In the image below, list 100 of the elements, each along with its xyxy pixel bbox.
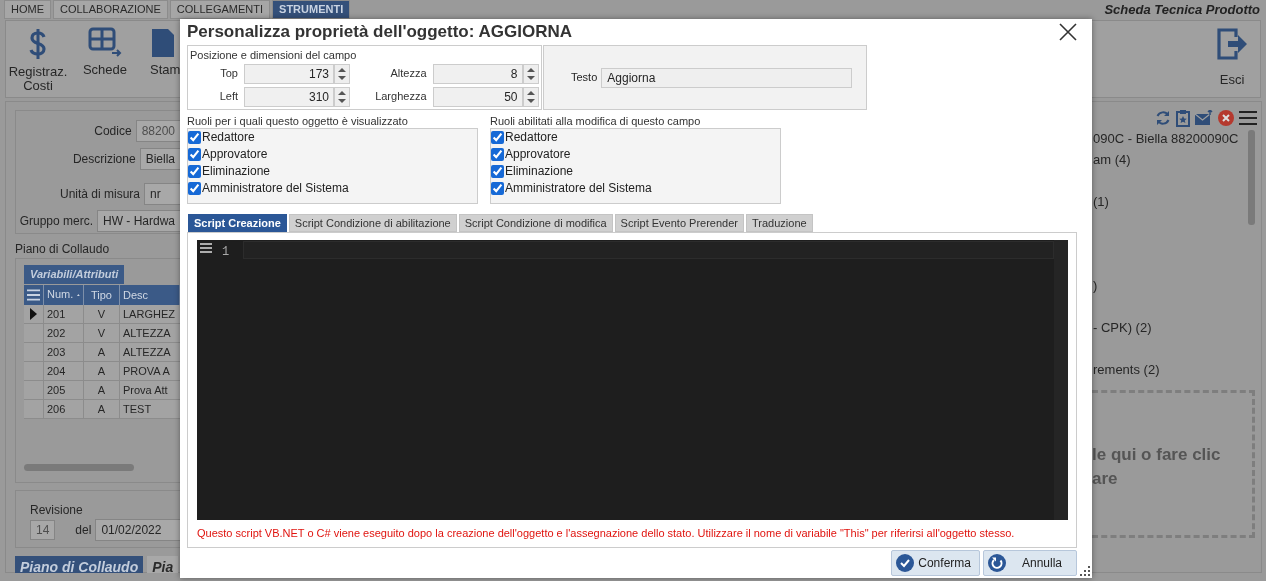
scrollbar-thumb[interactable] [1248, 130, 1255, 225]
menu-tab[interactable]: COLLABORAZIONE [53, 0, 168, 19]
tree-item[interactable]: ) [1092, 275, 1248, 296]
tab[interactable]: Traduzione [746, 214, 813, 232]
table-cell: A [84, 342, 120, 361]
checkbox-label: Eliminazione [505, 163, 574, 180]
tab[interactable]: Script Creazione [188, 214, 287, 232]
table-cell-text: LARGHEZ [122, 306, 176, 322]
table-cell-text: PROVA A [122, 363, 171, 379]
section-label: Piano di Collaudo [15, 241, 111, 258]
checkbox[interactable] [491, 182, 504, 195]
menu-tab[interactable]: HOME [4, 0, 51, 19]
field-label: Larghezza [374, 89, 428, 105]
field-label: Top [219, 66, 239, 82]
table-cell: 201 [44, 304, 84, 323]
scrollbar-thumb[interactable] [24, 463, 134, 471]
table-cell: 202 [44, 323, 84, 342]
table-cell: A [84, 361, 120, 380]
checkbox[interactable] [491, 131, 504, 144]
tree-item[interactable]: (1) [1092, 191, 1248, 212]
checkbox[interactable] [188, 182, 201, 195]
table-cell: A [84, 380, 120, 399]
layout-icon [88, 27, 122, 57]
toolbar-button[interactable]: Stam [148, 25, 180, 81]
group-title: Ruoli abilitati alla modifica di questo campo [490, 114, 702, 128]
mail-icon[interactable] [1195, 110, 1213, 125]
tree-item[interactable]: rements (2) [1092, 359, 1248, 380]
table-cell-text: ALTEZZA [122, 344, 172, 360]
spinner-arrows-icon [334, 86, 350, 107]
toolbar-button[interactable]: Registraz. Costi [6, 25, 70, 97]
field-label: Testo [571, 70, 598, 86]
table-cell: A [84, 399, 120, 418]
drop-zone-text: le qui o fare clic are [1092, 444, 1222, 490]
text-field[interactable]: HW - Hardwa [97, 210, 180, 233]
table-cell: 205 [44, 380, 84, 399]
field-label: Left [218, 89, 239, 105]
checkbox-label: Approvatore [505, 146, 571, 163]
scrollbar-track[interactable] [1054, 240, 1068, 520]
app-title: Scheda Tecnica Prodotto [1104, 0, 1261, 19]
section-tab[interactable]: Piano di Collaudo [15, 556, 144, 573]
table-cell: V [84, 304, 120, 323]
checkbox-label: Redattore [505, 129, 558, 146]
check-icon [896, 554, 915, 572]
table-cell: 204 [44, 361, 84, 380]
text-field: 88200 [135, 119, 180, 142]
field-label: Revisione [30, 502, 84, 519]
checkbox[interactable] [491, 165, 504, 178]
group-title: Posizione e dimensioni del campo [190, 48, 358, 63]
close-icon[interactable] [1059, 23, 1077, 41]
field-label: del [75, 522, 92, 539]
exit-button[interactable]: Esci [1214, 21, 1250, 97]
menu-icon[interactable] [1239, 110, 1257, 125]
column-header[interactable]: Tipo [84, 284, 120, 305]
tree-item[interactable]: am (4) [1092, 149, 1248, 170]
table-cell-text: TEST [122, 401, 153, 417]
undo-icon [987, 554, 1006, 572]
checkbox[interactable] [188, 131, 201, 144]
checkbox-label: Approvatore [202, 146, 268, 163]
group-title: Ruoli per i quali questo oggetto è visualizzato [187, 114, 409, 128]
dialog-title: Personalizza proprietà dell'oggetto: AGGIORNA [187, 21, 572, 43]
field-label: Gruppo merc. [18, 213, 94, 231]
help-text: Questo script VB.NET o C# viene eseguito dopo la creazione dell'oggetto e l'assegnazione dello stato. Utilizzare il nome di variabile "This" per riferirsi all'oggetto stesso. [197, 526, 1016, 541]
checkbox[interactable] [491, 148, 504, 161]
text-field[interactable]: nr [144, 182, 180, 205]
exit-icon [1216, 27, 1248, 61]
field-label: Unità di misura [58, 185, 141, 203]
resize-grip-icon[interactable] [1080, 566, 1090, 576]
refresh-icon[interactable] [1155, 109, 1171, 126]
checkbox-label: Amministratore del Sistema [202, 180, 349, 197]
section-tab[interactable]: Pia [147, 556, 179, 573]
line-number: 1 [222, 244, 230, 261]
toolbar-button[interactable]: Schede [76, 25, 134, 81]
revision-field: 14 [30, 520, 56, 540]
table-cell-text: ALTEZZA [122, 325, 172, 341]
tree-item[interactable]: 090C - Biella 88200090C [1092, 128, 1248, 149]
tab[interactable]: Script Condizione di modifica [458, 214, 613, 232]
text-field[interactable]: Aggiorna [601, 67, 853, 88]
table-tab[interactable]: Variabili/Attributi [24, 265, 125, 284]
spinner-arrows-icon [522, 63, 539, 84]
menu-tab[interactable]: COLLEGAMENTI [169, 0, 271, 19]
cancel-button[interactable]: Annulla [982, 550, 1077, 576]
text-field[interactable]: Biella [139, 147, 180, 170]
field-label: Descrizione [71, 150, 137, 168]
column-header-text: Num. [47, 287, 74, 303]
checkbox[interactable] [188, 148, 201, 161]
checkbox-label: Redattore [202, 129, 255, 146]
tab[interactable]: Script Evento Prerender [614, 214, 744, 232]
checkbox-label: Eliminazione [202, 163, 271, 180]
tab[interactable]: Script Condizione di abilitazione [288, 214, 457, 232]
table-cell-text: Prova Att [122, 382, 169, 398]
field-label: Altezza [389, 66, 428, 82]
spinner-arrows-icon [522, 86, 539, 107]
table-cell: 206 [44, 399, 84, 418]
tree-item[interactable]: - CPK) (2) [1092, 317, 1248, 338]
date-field[interactable]: 01/02/2022 [95, 519, 180, 541]
code-editor[interactable]: 1 [197, 240, 1068, 520]
checkbox[interactable] [188, 165, 201, 178]
menu-tab[interactable]: STRUMENTI [272, 0, 351, 19]
table-cell: V [84, 323, 120, 342]
confirm-button[interactable]: Conferma [891, 550, 980, 576]
